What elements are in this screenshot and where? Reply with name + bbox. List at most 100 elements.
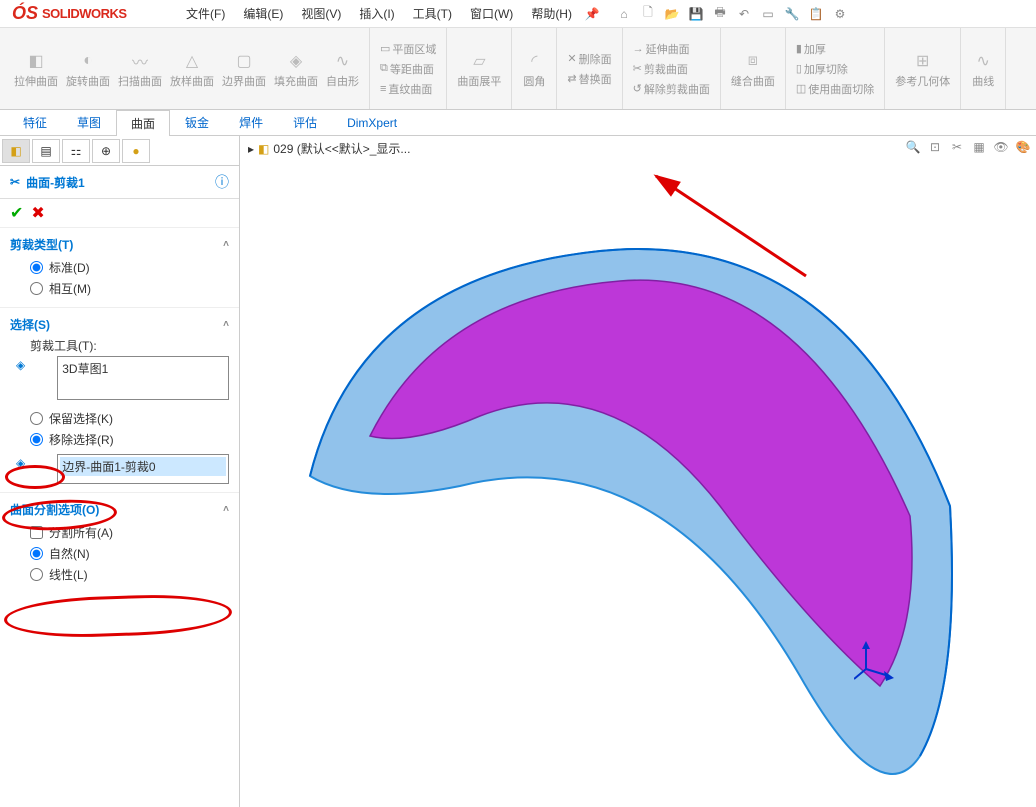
ok-button[interactable]: ✔ xyxy=(10,203,23,223)
options-icon[interactable]: 📋 xyxy=(806,4,826,24)
fill-surface-button[interactable]: ◈填充曲面 xyxy=(270,47,322,91)
untrim-surface-button[interactable]: ↺解除剪裁曲面 xyxy=(629,80,714,98)
help-icon[interactable]: ⓘ xyxy=(215,172,229,192)
standard-radio[interactable] xyxy=(30,261,43,274)
chevron-up-icon: ˄ xyxy=(223,319,229,330)
boundary-surface-button[interactable]: ▢边界曲面 xyxy=(218,47,270,91)
menu-window[interactable]: 窗口(W) xyxy=(462,1,521,26)
split-options-section: 曲面分割选项(O) ˄ 分割所有(A) 自然(N) 线性(L) xyxy=(0,492,239,593)
keep-selection-radio[interactable] xyxy=(30,412,43,425)
flatten-surface-button[interactable]: ▱曲面展平 xyxy=(453,47,505,91)
solidworks-logo-icon: ÓS xyxy=(12,3,38,24)
freeform-button[interactable]: ∿自由形 xyxy=(322,47,363,91)
print-icon[interactable]: 🖶 xyxy=(710,4,730,24)
rebuild-icon[interactable]: 🔧 xyxy=(782,4,802,24)
app-logo: ÓS SOLIDWORKS xyxy=(0,0,170,28)
app-name: SOLIDWORKS xyxy=(42,6,127,21)
remove-selection-label: 移除选择(R) xyxy=(49,431,114,448)
section-icon[interactable]: ✂ xyxy=(948,138,966,156)
cancel-button[interactable]: ✖ xyxy=(31,203,44,223)
display-manager-tab[interactable]: ● xyxy=(122,139,150,163)
remove-selection-radio[interactable] xyxy=(30,433,43,446)
zoom-fit-icon[interactable]: ⊡ xyxy=(926,138,944,156)
graphics-viewport[interactable]: ▸ ◧ 029 (默认<<默认>_显示... 🔍 ⊡ ✂ ▦ 👁 🎨 xyxy=(240,136,1036,807)
offset-surface-button[interactable]: ⧉等距曲面 xyxy=(376,60,440,78)
dimxpert-manager-tab[interactable]: ⊕ xyxy=(92,139,120,163)
ruled-surface-button[interactable]: ≡直纹曲面 xyxy=(376,80,440,98)
display-style-icon[interactable]: ▦ xyxy=(970,138,988,156)
new-icon[interactable]: 🗋 xyxy=(638,4,658,24)
target-icon: ⊕ xyxy=(101,144,111,158)
natural-radio[interactable] xyxy=(30,547,43,560)
settings-icon[interactable]: ⚙ xyxy=(830,4,850,24)
menu-view[interactable]: 视图(V) xyxy=(293,1,349,26)
tab-surface[interactable]: 曲面 xyxy=(116,110,170,137)
sweep-surface-button[interactable]: 〰扫描曲面 xyxy=(114,47,166,91)
linear-radio[interactable] xyxy=(30,568,43,581)
menu-edit[interactable]: 编辑(E) xyxy=(235,1,291,26)
flyout-tree[interactable]: ▸ ◧ 029 (默认<<默认>_显示... xyxy=(248,140,410,157)
menu-tools[interactable]: 工具(T) xyxy=(405,1,460,26)
trim-tool-value[interactable]: 3D草图1 xyxy=(60,359,226,378)
replace-face-button[interactable]: ⇄替换面 xyxy=(563,70,615,88)
view-triad[interactable] xyxy=(854,641,894,681)
delete-face-button[interactable]: ✕删除面 xyxy=(563,50,615,68)
home-icon[interactable]: ⌂ xyxy=(614,4,634,24)
mutual-label: 相互(M) xyxy=(49,280,91,297)
tab-dimxpert[interactable]: DimXpert xyxy=(332,111,412,135)
curves-button[interactable]: ∿曲线 xyxy=(967,47,999,91)
sphere-icon: ● xyxy=(132,144,139,158)
split-all-checkbox[interactable] xyxy=(30,526,43,539)
natural-label: 自然(N) xyxy=(49,545,90,562)
menu-help[interactable]: 帮助(H) xyxy=(523,1,580,26)
removal-listbox[interactable]: 边界-曲面1-剪裁0 xyxy=(57,454,229,484)
undo-icon[interactable]: ↶ xyxy=(734,4,754,24)
extend-surface-button[interactable]: →延伸曲面 xyxy=(629,40,714,58)
select-icon[interactable]: ▭ xyxy=(758,4,778,24)
reference-geometry-button[interactable]: ⊞参考几何体 xyxy=(891,47,954,91)
cut-with-surface-button[interactable]: ◫使用曲面切除 xyxy=(792,80,878,98)
keep-selection-label: 保留选择(K) xyxy=(49,410,113,427)
top-bar: ÓS SOLIDWORKS 文件(F) 编辑(E) 视图(V) 插入(I) 工具… xyxy=(0,0,1036,28)
hide-show-icon[interactable]: 👁 xyxy=(992,138,1010,156)
trim-type-header[interactable]: 剪裁类型(T) ˄ xyxy=(10,232,229,257)
split-all-label: 分割所有(A) xyxy=(49,524,113,541)
trim-tool-label: 剪裁工具(T): xyxy=(10,337,229,356)
tab-sketch[interactable]: 草图 xyxy=(62,109,116,136)
menu-insert[interactable]: 插入(I) xyxy=(351,1,402,26)
appearance-icon[interactable]: 🎨 xyxy=(1014,138,1032,156)
standard-label: 标准(D) xyxy=(49,259,90,276)
feature-manager-tab[interactable]: ◧ xyxy=(2,139,30,163)
configuration-manager-tab[interactable]: ⚏ xyxy=(62,139,90,163)
knit-surface-button[interactable]: ⧈缝合曲面 xyxy=(727,47,779,91)
removal-value[interactable]: 边界-曲面1-剪裁0 xyxy=(60,457,226,476)
mutual-radio[interactable] xyxy=(30,282,43,295)
extrude-surface-button[interactable]: ◧拉伸曲面 xyxy=(10,47,62,91)
revolve-surface-button[interactable]: ◐旋转曲面 xyxy=(62,47,114,91)
zoom-icon[interactable]: 🔍 xyxy=(904,138,922,156)
menu-file[interactable]: 文件(F) xyxy=(178,1,233,26)
tab-evaluate[interactable]: 评估 xyxy=(278,109,332,136)
property-manager: ◧ ▤ ⚏ ⊕ ● ✂ 曲面-剪裁1 ⓘ ✔ ✖ 剪裁类型(T) ˄ 标准(D) xyxy=(0,136,240,807)
selection-icon: ◈ xyxy=(16,456,25,470)
trim-surface-button[interactable]: ✂剪裁曲面 xyxy=(629,60,714,78)
loft-surface-button[interactable]: △放样曲面 xyxy=(166,47,218,91)
tab-feature[interactable]: 特征 xyxy=(8,109,62,136)
main-area: ◧ ▤ ⚏ ⊕ ● ✂ 曲面-剪裁1 ⓘ ✔ ✖ 剪裁类型(T) ˄ 标准(D) xyxy=(0,136,1036,807)
open-icon[interactable]: 📂 xyxy=(662,4,682,24)
tab-sheetmetal[interactable]: 钣金 xyxy=(170,109,224,136)
property-manager-tab[interactable]: ▤ xyxy=(32,139,60,163)
cube-icon: ◧ xyxy=(10,144,21,158)
thicken-cut-button[interactable]: ▯加厚切除 xyxy=(792,60,878,78)
fillet-button[interactable]: ◜圆角 xyxy=(518,47,550,91)
thicken-button[interactable]: ▮加厚 xyxy=(792,40,878,58)
split-options-header[interactable]: 曲面分割选项(O) ˄ xyxy=(10,497,229,522)
tab-weld[interactable]: 焊件 xyxy=(224,109,278,136)
pin-icon[interactable]: 📌 xyxy=(582,4,602,24)
part-name[interactable]: 029 (默认<<默认>_显示... xyxy=(273,140,410,157)
expand-icon[interactable]: ▸ xyxy=(248,142,254,156)
trim-tool-listbox[interactable]: 3D草图1 xyxy=(57,356,229,400)
planar-region-button[interactable]: ▭平面区域 xyxy=(376,40,440,58)
selection-header[interactable]: 选择(S) ˄ xyxy=(10,312,229,337)
save-icon[interactable]: 💾 xyxy=(686,4,706,24)
